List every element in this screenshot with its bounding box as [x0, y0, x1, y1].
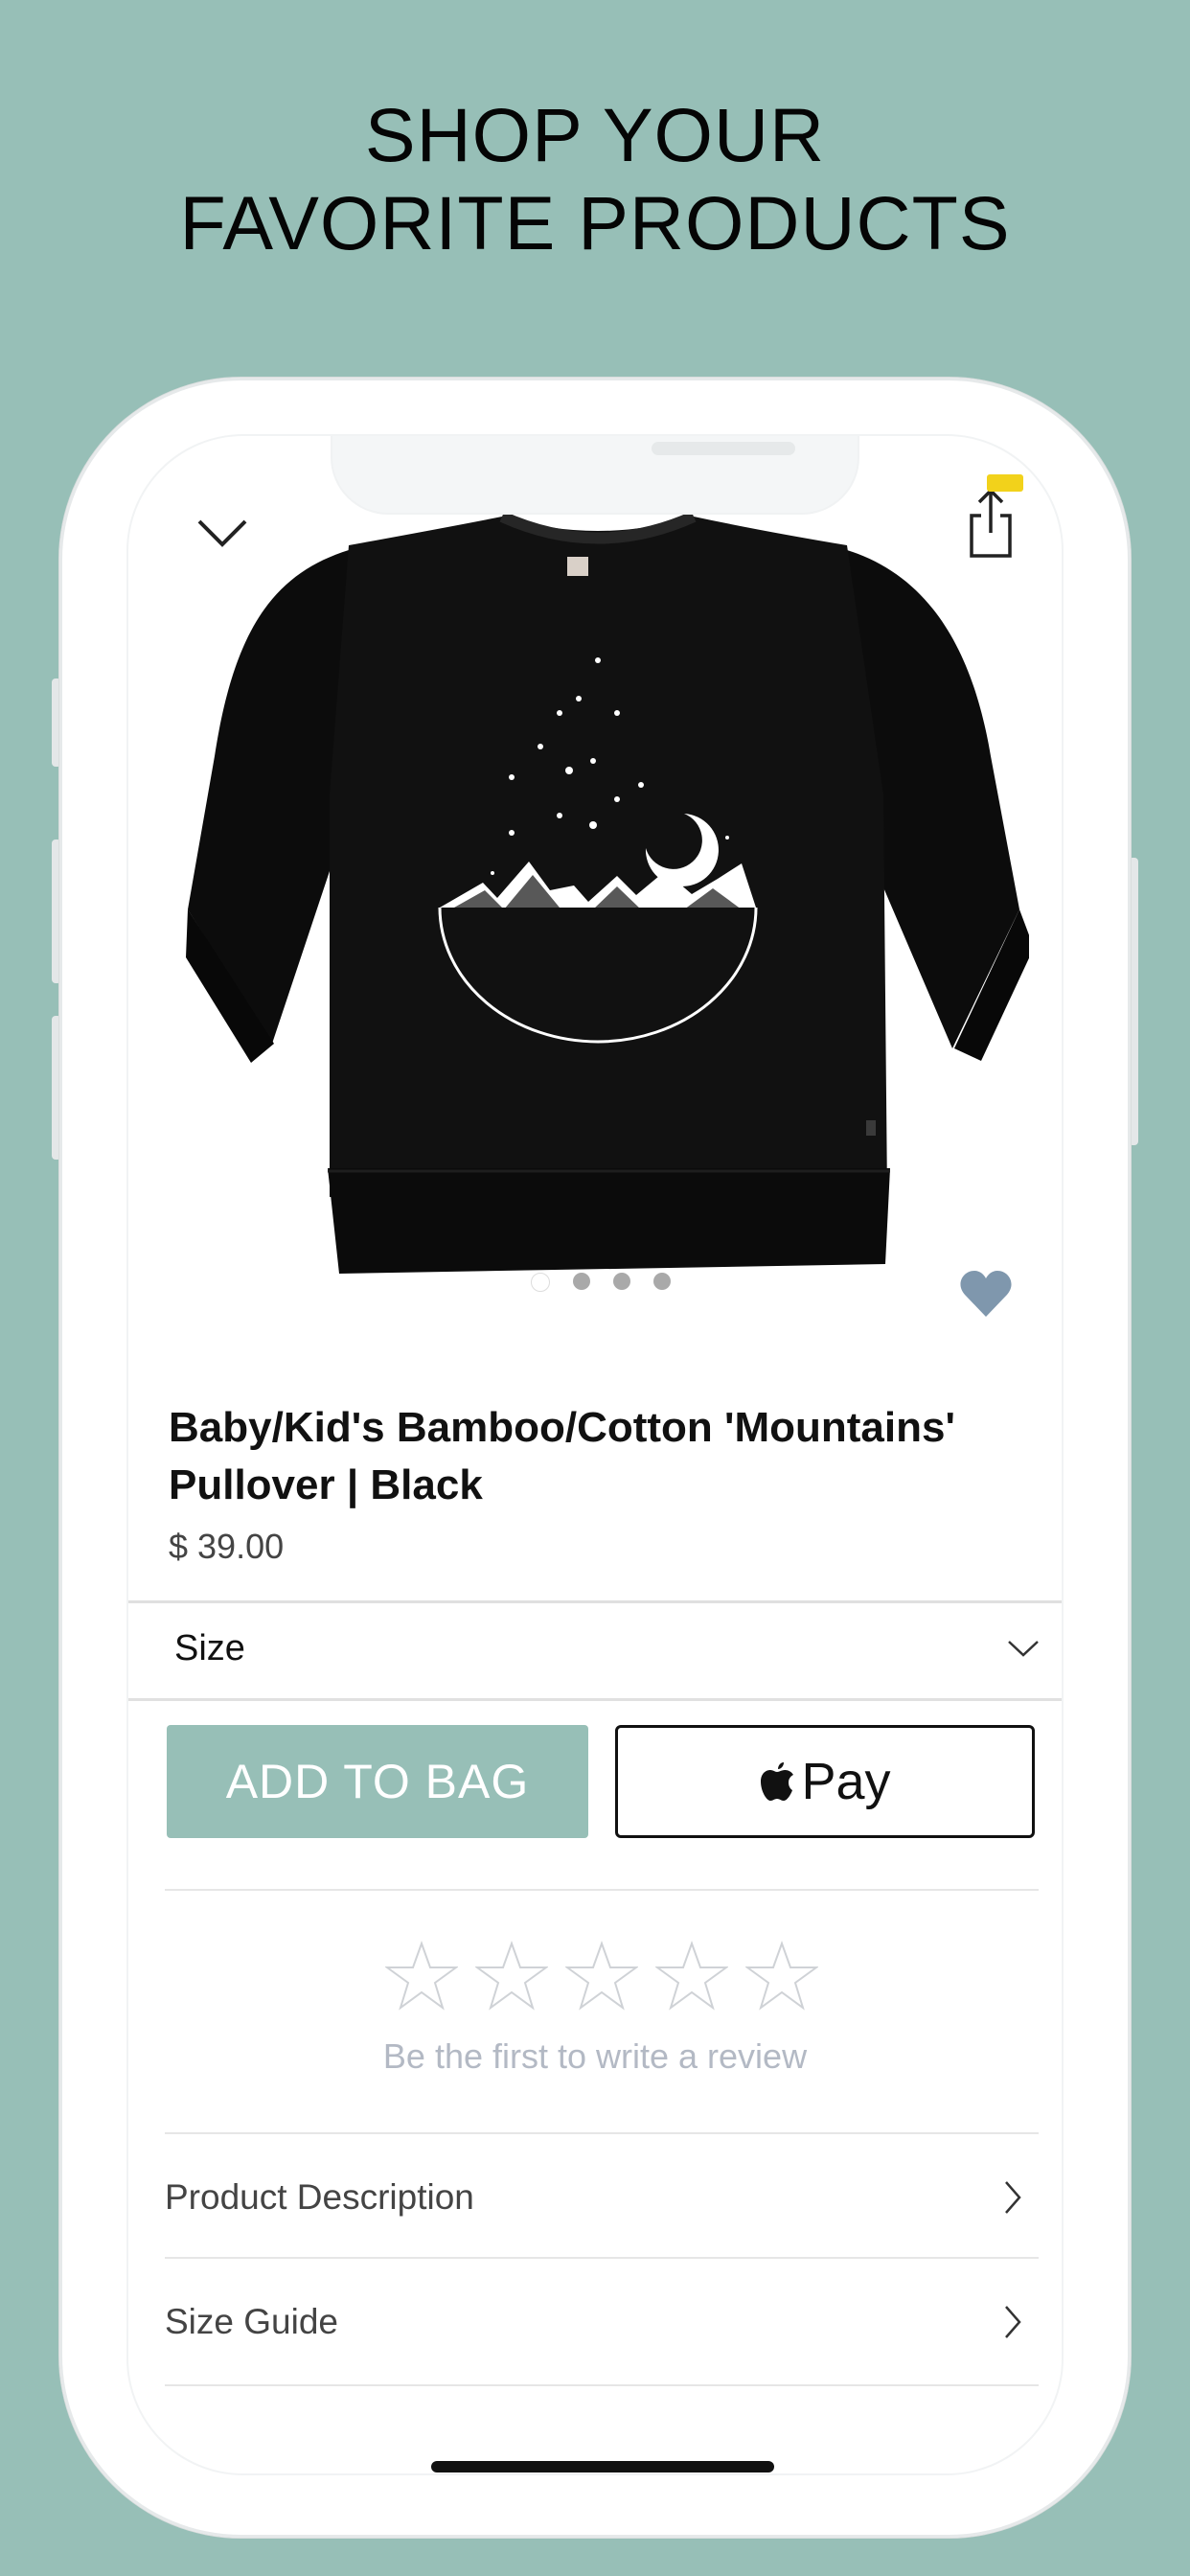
home-indicator[interactable] [431, 2461, 774, 2472]
carousel-dot[interactable] [531, 1273, 550, 1292]
apple-pay-label: Pay [801, 1753, 891, 1810]
divider [165, 1889, 1039, 1891]
star-icon[interactable] [385, 1941, 458, 2012]
star-icon[interactable] [745, 1941, 818, 2012]
divider [165, 2384, 1039, 2386]
add-to-bag-button[interactable]: ADD TO BAG [167, 1725, 588, 1838]
carousel-indicator[interactable] [531, 1273, 671, 1292]
chevron-right-icon [998, 2178, 1027, 2217]
carousel-dot[interactable] [653, 1273, 671, 1290]
write-review-link[interactable]: Be the first to write a review [128, 2036, 1062, 2077]
star-icon[interactable] [475, 1941, 548, 2012]
product-title: Baby/Kid's Bamboo/Cotton 'Mountains' Pul… [169, 1404, 955, 1508]
divider [165, 2132, 1039, 2134]
apple-pay-button[interactable]: Pay [615, 1725, 1035, 1838]
size-guide-row[interactable]: Size Guide [165, 2260, 1039, 2384]
product-image[interactable] [167, 507, 1029, 1283]
headline-line-1: SHOP YOUR [364, 92, 826, 177]
divider [128, 1698, 1062, 1701]
phone-notch [332, 436, 858, 513]
app-screen: Baby/Kid's Bamboo/Cotton 'Mountains' Pul… [128, 436, 1062, 2473]
carousel-dot[interactable] [573, 1273, 590, 1290]
chevron-down-icon [1004, 1634, 1042, 1663]
product-description-row[interactable]: Product Description [165, 2135, 1039, 2260]
star-icon[interactable] [565, 1941, 638, 2012]
row-label: Product Description [165, 2177, 474, 2217]
notification-badge [987, 474, 1023, 492]
product-price: $ 39.00 [169, 1527, 285, 1566]
headline: SHOP YOUR FAVORITE PRODUCTS [0, 91, 1190, 267]
size-label: Size [174, 1627, 245, 1668]
chevron-right-icon [998, 2303, 1027, 2341]
rating-stars[interactable] [385, 1941, 818, 2012]
divider [165, 2257, 1039, 2259]
headline-line-2: FAVORITE PRODUCTS [179, 180, 1011, 265]
apple-logo-icon [761, 1762, 794, 1801]
row-label: Size Guide [165, 2302, 338, 2341]
heart-icon[interactable] [958, 1268, 1014, 1320]
speaker-grille [652, 442, 795, 455]
carousel-dot[interactable] [613, 1273, 630, 1290]
size-selector[interactable]: Size [128, 1600, 1062, 1696]
star-icon[interactable] [655, 1941, 728, 2012]
chevron-down-icon[interactable] [194, 503, 251, 561]
